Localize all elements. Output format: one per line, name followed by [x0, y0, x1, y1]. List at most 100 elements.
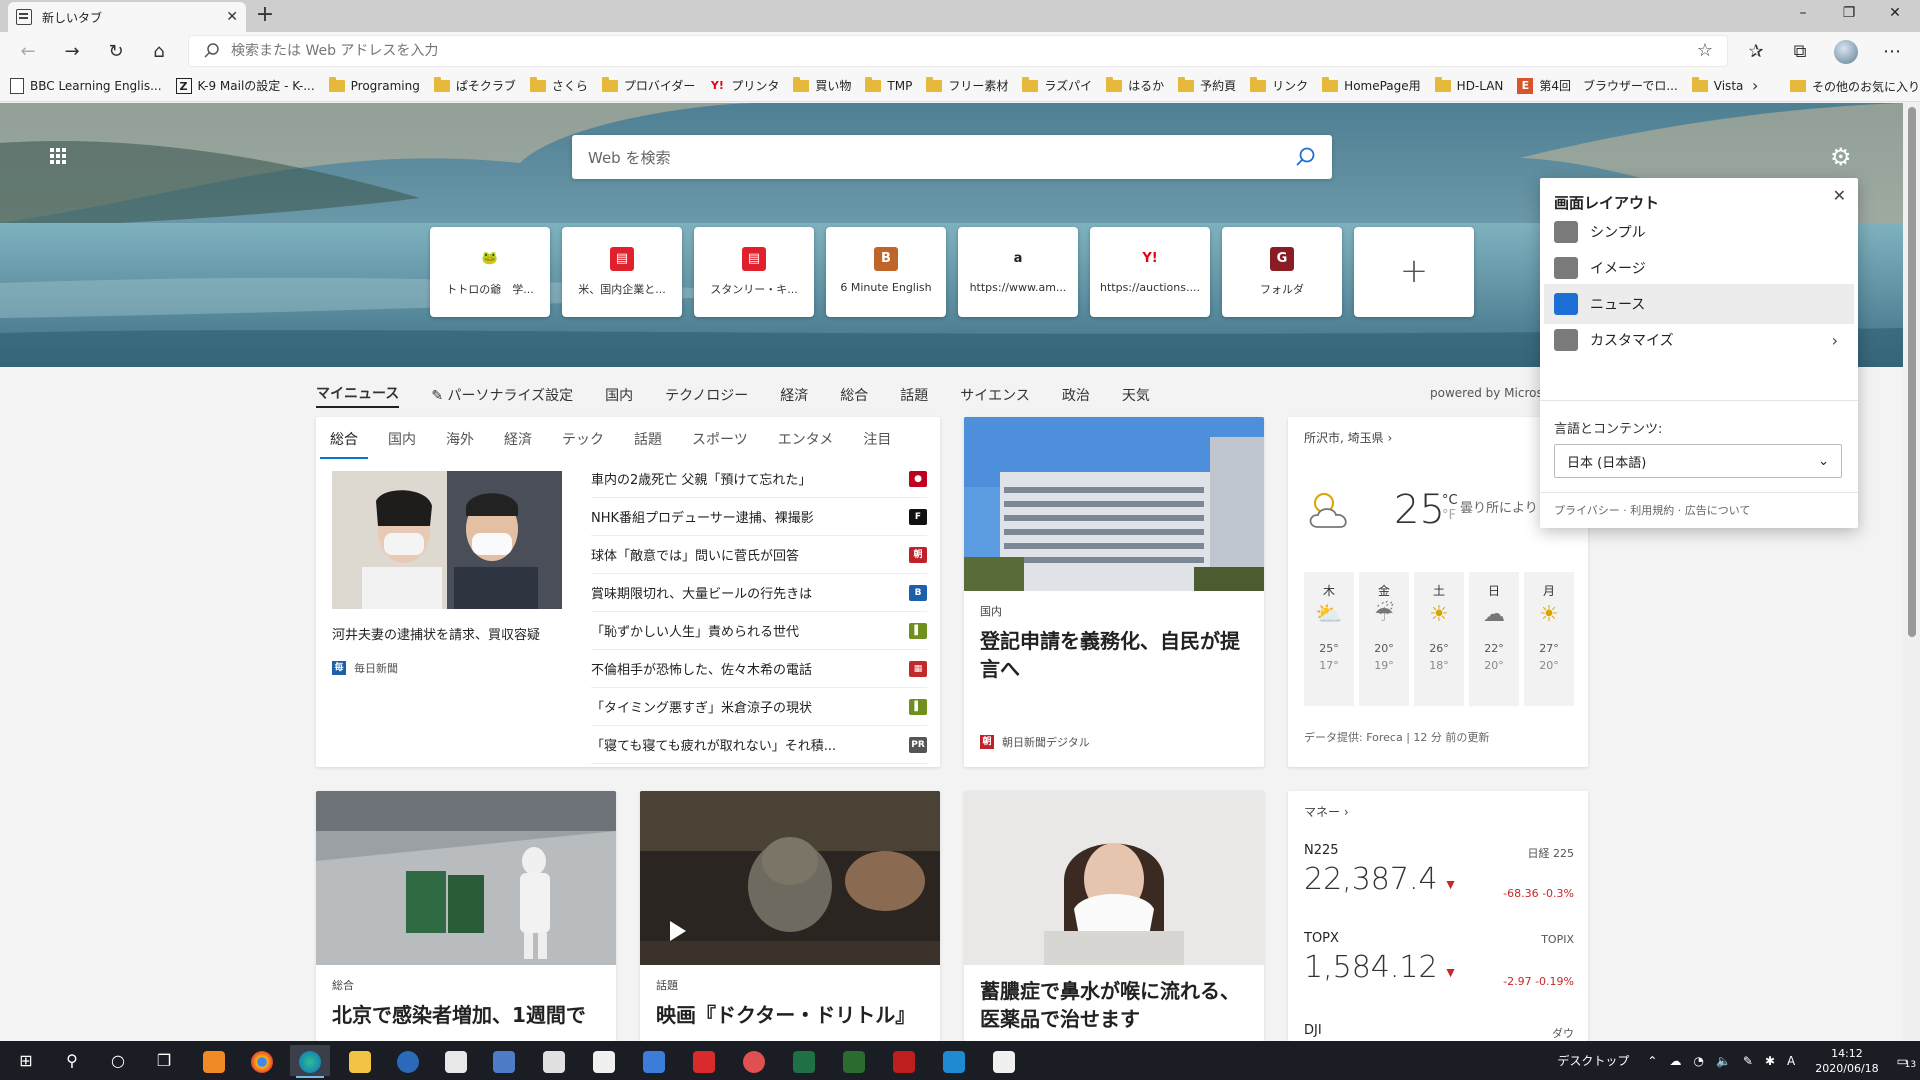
news-subtab[interactable]: テック: [562, 429, 604, 459]
vertical-scrollbar[interactable]: [1903, 103, 1920, 1041]
window-close-button[interactable]: ✕: [1872, 0, 1918, 28]
news-category-tab[interactable]: 国内: [605, 385, 633, 405]
layout-option-customize[interactable]: カスタマイズ ›: [1544, 320, 1854, 360]
forecast-day[interactable]: 金 ☔ 20° 19°: [1359, 572, 1409, 706]
settings-menu-icon[interactable]: ⋯: [1876, 36, 1908, 68]
favorite-item[interactable]: プロバイダー: [601, 76, 695, 94]
favorite-item[interactable]: HD-LAN: [1434, 76, 1503, 93]
app-launcher-icon[interactable]: [50, 148, 66, 164]
address-bar[interactable]: ☆: [188, 35, 1728, 67]
news-category-tab[interactable]: サイエンス: [960, 385, 1030, 405]
thunderbird-icon[interactable]: [388, 1045, 428, 1076]
privacy-links[interactable]: プライバシー · 利用規約 · 広告について: [1554, 502, 1750, 518]
new-tab-button[interactable]: +: [252, 4, 278, 28]
favorite-item[interactable]: TMP: [865, 76, 912, 93]
news-subtab[interactable]: エンタメ: [778, 429, 834, 459]
temperature-unit[interactable]: °C °F: [1442, 493, 1458, 523]
forward-icon[interactable]: →: [56, 36, 88, 68]
web-search-box[interactable]: Web を検索: [572, 135, 1332, 179]
story-title[interactable]: 登記申請を義務化、自民が提言へ: [980, 627, 1250, 683]
favorite-star-icon[interactable]: ☆: [1697, 40, 1713, 61]
favorite-item[interactable]: Programing: [328, 76, 420, 93]
story-card[interactable]: 国内 登記申請を義務化、自民が提言へ 朝朝日新聞デジタル: [964, 417, 1264, 767]
headline-item[interactable]: 「寝ても寝ても疲れが取れない」それ積... PR: [591, 726, 927, 764]
onedrive-cloud-icon[interactable]: ☁: [1669, 1054, 1681, 1068]
lead-story-photo[interactable]: [332, 471, 562, 609]
taskbar-app-icon[interactable]: [634, 1045, 674, 1076]
cortana-icon[interactable]: ○: [98, 1045, 138, 1076]
back-icon[interactable]: ←: [12, 36, 44, 68]
forecast-day[interactable]: 月 ☀ 27° 20°: [1524, 572, 1574, 706]
favorite-item[interactable]: さくら: [529, 76, 588, 94]
lead-story-caption[interactable]: 河井夫妻の逮捕状を請求、買収容疑: [332, 624, 568, 643]
favorite-item[interactable]: 買い物: [793, 76, 851, 94]
headline-item[interactable]: 賞味期限切れ、大量ビールの行先きは B: [591, 574, 927, 612]
headline-item[interactable]: 「タイミング悪すぎ」米倉涼子の現状 ▌: [591, 688, 927, 726]
scrollbar-thumb[interactable]: [1908, 107, 1916, 637]
quick-link-tile[interactable]: ▤ 米、国内企業と...: [562, 227, 682, 317]
favorite-item[interactable]: リンク: [1250, 76, 1308, 94]
news-category-tab[interactable]: 政治: [1062, 385, 1090, 405]
taskbar-app-icon[interactable]: [984, 1045, 1024, 1076]
headline-item[interactable]: 球体「敵意では」問いに菅氏が回答 朝: [591, 536, 927, 574]
taskbar-app-icon[interactable]: [834, 1045, 874, 1076]
quick-link-tile[interactable]: G フォルダ: [1222, 227, 1342, 317]
news-subtab[interactable]: 注目: [863, 429, 891, 459]
clock[interactable]: 14:12 2020/06/18: [1815, 1046, 1878, 1076]
news-category-tab[interactable]: マイニュース: [316, 383, 400, 408]
headline-item[interactable]: NHK番組プロデューサー逮捕、裸撮影 F: [591, 498, 927, 536]
taskbar-app-icon[interactable]: [534, 1045, 574, 1076]
forecast-day[interactable]: 木 ⛅ 25° 17°: [1304, 572, 1354, 706]
filezilla-icon[interactable]: [884, 1045, 924, 1076]
favorite-item[interactable]: Z K-9 Mailの設定 - K-...: [175, 77, 315, 94]
story-card[interactable]: 総合 北京で感染者増加、1週間で: [316, 791, 616, 1041]
search-icon[interactable]: [1294, 146, 1316, 168]
ad-story-card[interactable]: 蓄膿症で鼻水が喉に流れる、医薬品で治せます: [964, 791, 1264, 1041]
quick-link-tile[interactable]: B 6 Minute English: [826, 227, 946, 317]
other-favorites-folder[interactable]: その他のお気に入り: [1790, 70, 1920, 102]
favorite-item[interactable]: Vista: [1691, 76, 1743, 93]
story-title[interactable]: 映画『ドクター・ドリトル』: [656, 1001, 926, 1029]
favorite-item[interactable]: フリー素材: [926, 76, 1008, 94]
favorite-item[interactable]: はるか: [1106, 76, 1164, 94]
stock-item[interactable]: N225 日経 225 22,387.4 ▼ -68.36 -0.3%: [1304, 843, 1574, 900]
taskbar-app-icon[interactable]: [684, 1045, 724, 1076]
headline-item[interactable]: 不倫相手が恐怖した、佐々木希の電話 ▦: [591, 650, 927, 688]
ime-icon[interactable]: A: [1787, 1054, 1795, 1068]
news-subtab[interactable]: 総合: [320, 429, 368, 459]
headline-item[interactable]: 「恥ずかしい人生」責められる世代 ▌: [591, 612, 927, 650]
video-story-card[interactable]: 話題 映画『ドクター・ドリトル』: [640, 791, 940, 1041]
news-category-tab[interactable]: ✎ パーソナライズ設定: [431, 385, 573, 405]
news-subtab[interactable]: 話題: [634, 429, 662, 459]
taskbar-app-icon[interactable]: [734, 1045, 774, 1076]
task-view-icon[interactable]: ❐: [144, 1045, 184, 1076]
quick-link-tile[interactable]: 🐸 トトロの爺 学...: [430, 227, 550, 317]
network-icon[interactable]: ◔: [1693, 1054, 1703, 1068]
tab-new-tab[interactable]: 新しいタブ ✕: [8, 2, 246, 32]
favorite-item[interactable]: 予約頁: [1178, 76, 1236, 94]
tab-close-icon[interactable]: ✕: [226, 9, 238, 25]
search-icon[interactable]: ⚲: [52, 1045, 92, 1076]
news-category-tab[interactable]: 総合: [840, 385, 868, 405]
news-subtab[interactable]: 経済: [504, 429, 532, 459]
address-input[interactable]: [231, 43, 1727, 59]
quick-link-tile[interactable]: ▤ スタンリー・キ...: [694, 227, 814, 317]
taskbar-app-icon[interactable]: [194, 1045, 234, 1076]
home-icon[interactable]: ⌂: [143, 36, 175, 68]
money-card[interactable]: マネー › N225 日経 225 22,387.4 ▼ -68.36 -0.3%…: [1288, 791, 1588, 1041]
vscode-icon[interactable]: [934, 1045, 974, 1076]
news-category-tab[interactable]: 経済: [780, 385, 808, 405]
news-subtab[interactable]: 海外: [446, 429, 474, 459]
minimize-button[interactable]: –: [1780, 0, 1826, 28]
favorite-item[interactable]: Y! プリンタ: [709, 77, 780, 94]
edge-icon[interactable]: [290, 1045, 330, 1078]
taskbar-tray-icon[interactable]: ✱: [1765, 1054, 1775, 1068]
favorite-item[interactable]: E 第4回 ブラウザーでロ...: [1517, 77, 1678, 94]
quick-link-tile[interactable]: a https://www.am...: [958, 227, 1078, 317]
favorite-item[interactable]: HomePage用: [1322, 76, 1421, 94]
store-icon[interactable]: [436, 1045, 476, 1076]
notification-icon[interactable]: ▭ 13: [1897, 1054, 1916, 1070]
forecast-day[interactable]: 土 ☀ 26° 18°: [1414, 572, 1464, 706]
forecast-day[interactable]: 日 ☁ 22° 20°: [1469, 572, 1519, 706]
favorite-item[interactable]: ラズパイ: [1022, 76, 1092, 94]
